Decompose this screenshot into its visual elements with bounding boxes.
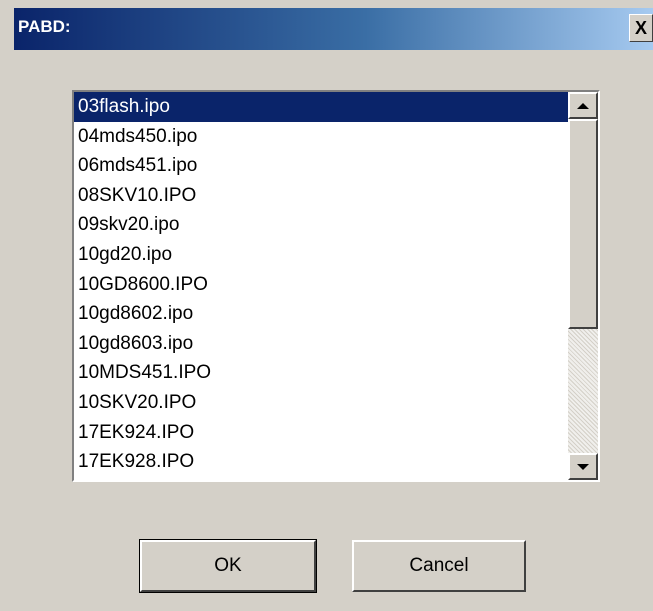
list-item[interactable]: 17EK928.IPO — [74, 447, 568, 477]
list-item[interactable]: 04mds450.ipo — [74, 122, 568, 152]
window-title: PABD: — [18, 17, 71, 36]
file-listbox[interactable]: 03flash.ipo 04mds450.ipo 06mds451.ipo 08SKV… — [72, 90, 600, 482]
chevron-down-icon — [577, 463, 589, 470]
list-item[interactable]: 09skv20.ipo — [74, 210, 568, 240]
close-button[interactable]: X — [629, 14, 653, 42]
chevron-up-icon — [577, 102, 589, 109]
list-item[interactable]: 10MDS451.IPO — [74, 358, 568, 388]
list-item[interactable]: 08SKV10.IPO — [74, 181, 568, 211]
dialog-window: PABD: X 03flash.ipo 04mds450.ipo 06mds451.… — [0, 0, 653, 611]
list-item[interactable]: 17EK924.IPO — [74, 418, 568, 448]
close-icon: X — [634, 17, 647, 38]
ok-button[interactable]: OK — [139, 539, 317, 593]
title-bar[interactable]: PABD: X — [14, 8, 653, 50]
scroll-up-button[interactable] — [568, 92, 598, 119]
list-item[interactable]: 06mds451.ipo — [74, 151, 568, 181]
list-item[interactable]: 10gd20.ipo — [74, 240, 568, 270]
scrollbar-thumb[interactable] — [568, 119, 598, 329]
list-item[interactable]: 03flash.ipo — [74, 92, 568, 122]
list-item[interactable]: 10GD8600.IPO — [74, 270, 568, 300]
scroll-down-button[interactable] — [568, 453, 598, 480]
file-list[interactable]: 03flash.ipo 04mds450.ipo 06mds451.ipo 08SKV… — [74, 92, 568, 480]
list-item[interactable]: 10SKV20.IPO — [74, 388, 568, 418]
cancel-button[interactable]: Cancel — [352, 540, 526, 592]
list-item[interactable]: 10gd8603.ipo — [74, 329, 568, 359]
list-item[interactable]: 10gd8602.ipo — [74, 299, 568, 329]
vertical-scrollbar[interactable] — [568, 92, 598, 480]
